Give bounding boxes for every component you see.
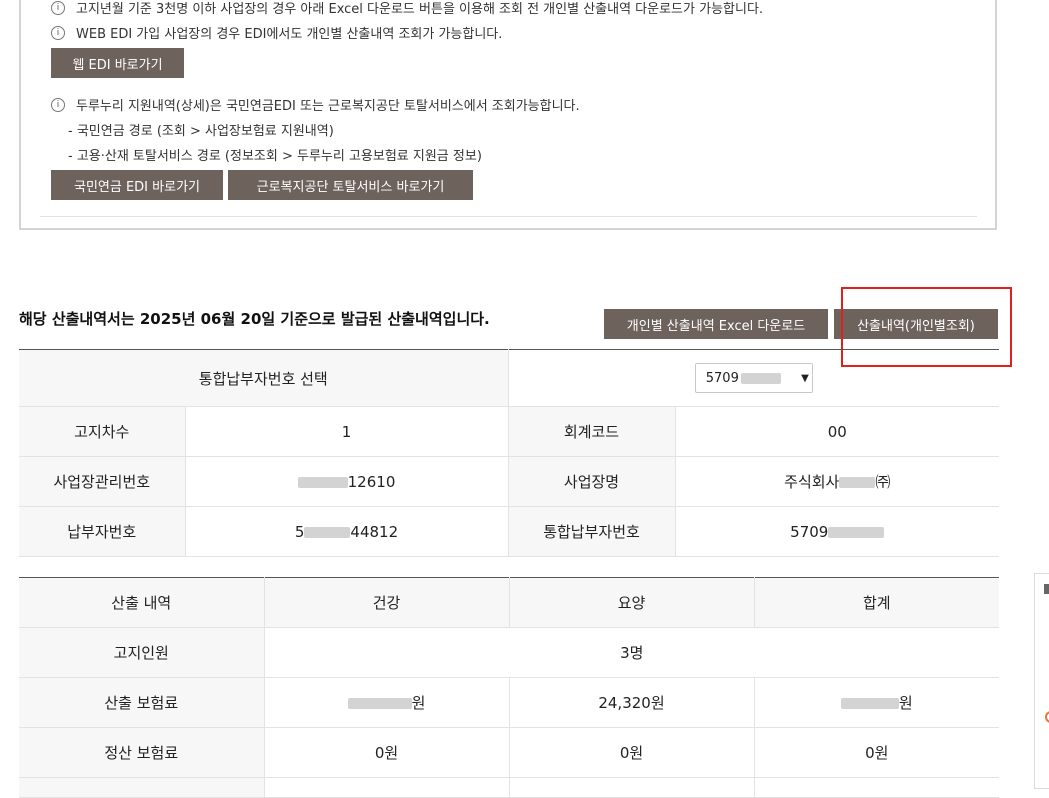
table-row: 고지인원 3명 [19, 627, 999, 678]
cell-value: 원 [263, 677, 509, 728]
web-edi-button[interactable]: 웹 EDI 바로가기 [51, 48, 184, 78]
row-label [19, 777, 264, 798]
notice-line: i 고지년월 기준 3천명 이하 사업장의 경우 아래 Excel 다운로드 버… [51, 0, 763, 17]
cell-value: 5709 [674, 506, 1000, 557]
cell-value: 원 [753, 677, 999, 728]
cell-value [508, 777, 754, 798]
row-label: 정산 보험료 [19, 727, 264, 778]
cell-value [263, 777, 509, 798]
calculation-table: 산출 내역 건강 요양 합계 고지인원 3명 산출 보험료 원 24,320원 … [19, 577, 999, 798]
notice-sub-line: - 국민연금 경로 (조회 > 사업장보험료 지원내역) [68, 124, 334, 139]
masked-value [828, 526, 885, 538]
masked-value [304, 526, 351, 538]
masked-value [297, 476, 348, 488]
masked-value [740, 372, 781, 384]
notice-line: i 두루누리 지원내역(상세)은 국민연금EDI 또는 근로복지공단 토탈서비스… [51, 95, 580, 114]
cell-value: 5 44812 [184, 506, 509, 557]
cell-label: 회계코드 [507, 406, 676, 457]
info-icon: i [51, 25, 65, 40]
cell-value: 0원 [753, 727, 999, 778]
comwel-total-service-button[interactable]: 근로복지공단 토탈서비스 바로가기 [228, 170, 473, 200]
cell-value: 주식회사 ㈜ [674, 456, 1000, 507]
table-row [19, 777, 999, 798]
issue-statement: 해당 산출내역서는 2025년 06월 20일 기준으로 발급된 산출내역입니다… [19, 310, 490, 328]
menu-icon [1044, 584, 1049, 594]
info-icon: i [51, 97, 65, 112]
table-row: 사업장관리번호 12610 사업장명 주식회사 ㈜ [19, 456, 1000, 507]
cell-value [753, 777, 999, 798]
payer-number-select[interactable]: 5709 ▼ [694, 363, 813, 393]
divider [40, 216, 977, 217]
info-icon: i [51, 0, 65, 15]
table-row: 통합납부자번호 선택 5709 ▼ [19, 349, 1000, 407]
table-row: 정산 보험료 0원 0원 0원 [19, 727, 999, 778]
table-row: 산출 보험료 원 24,320원 원 [19, 677, 999, 728]
table-row: 고지차수 1 회계코드 00 [19, 406, 1000, 457]
masked-value [347, 698, 412, 709]
cell-label: 납부자번호 [19, 506, 185, 557]
cell-label: 사업장명 [507, 456, 676, 507]
cell-value: 12610 [184, 456, 509, 507]
pension-edi-button[interactable]: 국민연금 EDI 바로가기 [51, 170, 223, 200]
select-label: 통합납부자번호 선택 [19, 349, 509, 407]
payer-info-table: 통합납부자번호 선택 5709 ▼ 고지차수 1 회계코드 00 사업장관리번호… [19, 349, 1000, 557]
table-header-row: 산출 내역 건강 요양 합계 [19, 577, 999, 628]
cell-label: 고지차수 [19, 406, 185, 457]
cell-value: 1 [184, 406, 509, 457]
side-quick-menu[interactable] [1034, 573, 1049, 789]
cell-label: 통합납부자번호 [507, 506, 676, 557]
cell-value: 00 [674, 406, 1000, 457]
table-row: 납부자번호 5 44812 통합납부자번호 5709 [19, 506, 1000, 557]
column-header: 건강 [263, 577, 509, 628]
notice-text: 고지년월 기준 3천명 이하 사업장의 경우 아래 Excel 다운로드 버튼을… [76, 2, 764, 17]
masked-value [840, 698, 899, 709]
notice-sub-line: - 고용·산재 토탈서비스 경로 (정보조회 > 두루누리 고용보험료 지원금 … [68, 149, 482, 164]
chevron-down-icon: ▼ [801, 372, 809, 384]
row-label: 산출 보험료 [19, 677, 264, 728]
cell-value: 3명 [263, 627, 999, 678]
notice-text: 두루누리 지원내역(상세)은 국민연금EDI 또는 근로복지공단 토탈서비스에서… [76, 99, 580, 114]
excel-download-button[interactable]: 개인별 산출내역 Excel 다운로드 [604, 309, 828, 339]
select-value: 5709 [706, 371, 781, 386]
cell-label: 사업장관리번호 [19, 456, 185, 507]
column-header: 산출 내역 [19, 577, 264, 628]
cell-value: 0원 [508, 727, 754, 778]
cell-value: 24,320원 [508, 677, 754, 728]
menu-icon [1045, 711, 1049, 723]
column-header: 요양 [508, 577, 754, 628]
notice-line: i WEB EDI 가입 사업장의 경우 EDI에서도 개인별 산출내역 조회가… [51, 23, 502, 42]
cell-value: 0원 [263, 727, 509, 778]
column-header: 합계 [753, 577, 999, 628]
row-label: 고지인원 [19, 627, 264, 678]
notice-text: WEB EDI 가입 사업장의 경우 EDI에서도 개인별 산출내역 조회가 가… [76, 27, 503, 42]
select-cell: 5709 ▼ [507, 349, 1000, 407]
masked-value [839, 477, 876, 488]
